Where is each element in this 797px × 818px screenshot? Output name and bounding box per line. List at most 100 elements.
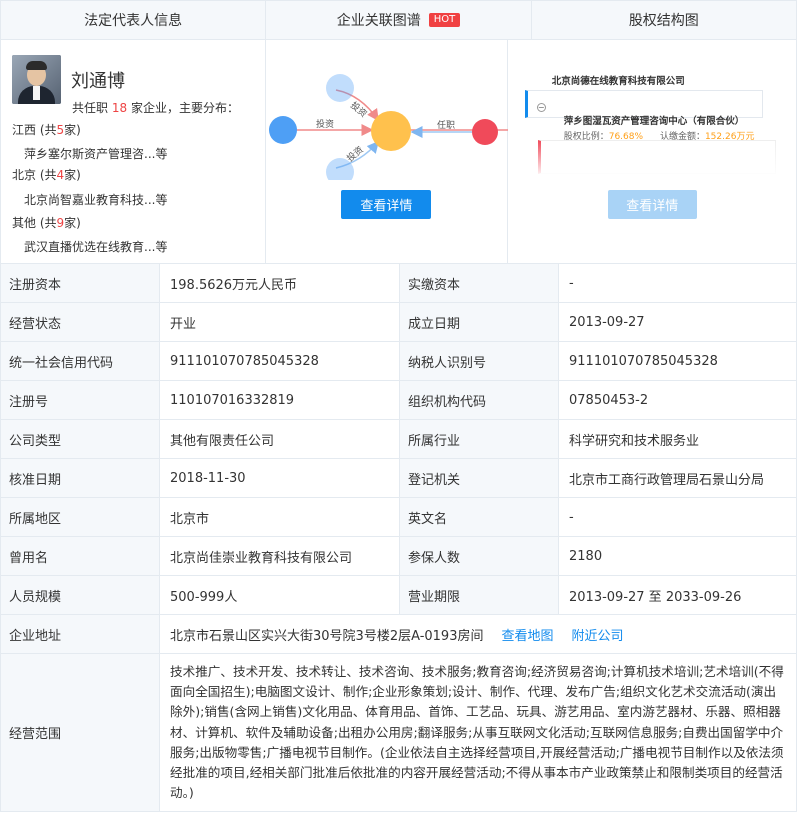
field-label: 曾用名 xyxy=(1,537,160,575)
relation-graph-panel: 投资 投资 投资 任职 查看详情 xyxy=(266,40,509,263)
registration-table: 注册资本 198.5626万元人民币 实缴资本 - 经营状态 开业 成立日期 2013-… xyxy=(0,264,797,812)
field-value: 500-999人 xyxy=(160,576,400,614)
field-value: 198.5626万元人民币 xyxy=(160,264,400,302)
field-label: 注册资本 xyxy=(1,264,160,302)
field-value: 2013-09-27 xyxy=(569,314,645,330)
person-name[interactable]: 刘通博 xyxy=(71,67,125,93)
relation-view-details-button[interactable]: 查看详情 xyxy=(341,190,432,219)
relation-graph-diagram[interactable]: 投资 投资 投资 任职 xyxy=(266,40,509,180)
field-value: 07850453-2 xyxy=(569,392,649,408)
field-value: 2018-11-30 xyxy=(160,459,400,497)
field-value: 其他有限责任公司 xyxy=(160,420,400,458)
edge-label-invest-2: 投资 xyxy=(316,118,334,129)
table-row: 注册号 110107016332819 组织机构代码 07850453-2 xyxy=(0,381,797,420)
legal-rep-panel: 刘通博 共任职 18 家企业，主要分布： 江西 (共5家) 萍乡塞尔斯资产管理咨… xyxy=(1,40,267,263)
tab-legal-rep[interactable]: 法定代表人信息 xyxy=(1,1,267,39)
company-info-page: 法定代表人信息 企业关联图谱 HOT 股权结构图 刘通博 共任职 18 家企业，主… xyxy=(0,0,797,818)
field-label: 纳税人识别号 xyxy=(400,342,559,380)
field-label: 注册号 xyxy=(1,381,160,419)
region-count: 5 xyxy=(56,123,65,137)
field-label: 所属地区 xyxy=(1,498,160,536)
view-map-link[interactable]: 查看地图 xyxy=(501,625,553,644)
field-value: 开业 xyxy=(160,303,400,341)
region-company-link[interactable]: 北京尚智嘉业教育科技...等 xyxy=(24,191,167,208)
field-label: 登记机关 xyxy=(400,459,559,497)
region-jiangxi: 江西 (共5家) xyxy=(12,121,81,138)
stat-suffix: 家企业，主要分布： xyxy=(130,101,239,115)
equity-shareholder[interactable]: 萍乡图湿瓦资产管理咨询中心（有限合伙） xyxy=(564,113,745,127)
region-other: 其他 (共9家) xyxy=(12,214,81,231)
field-label: 成立日期 xyxy=(400,303,559,341)
address-value-cell: 北京市石景山区实兴大街30号院3号楼2层A-0193房间 查看地图 附近公司 xyxy=(160,615,796,653)
edge-label-role: 任职 xyxy=(437,119,455,130)
table-row: 人员规模 500-999人 营业期限 2013-09-27 至 2033-09-26 xyxy=(0,576,797,615)
field-label: 参保人数 xyxy=(400,537,559,575)
section-tabs: 法定代表人信息 企业关联图谱 HOT 股权结构图 xyxy=(0,0,797,40)
fade-overlay xyxy=(537,140,776,174)
field-value: 2180 xyxy=(569,548,603,564)
field-value: 2013-09-27 至 2033-09-26 xyxy=(569,589,742,605)
edge-label-invest-1: 投资 xyxy=(349,99,370,119)
region-label: 江西 (共 xyxy=(12,123,57,137)
field-value: - xyxy=(569,509,574,525)
table-row: 注册资本 198.5626万元人民币 实缴资本 - xyxy=(0,264,797,303)
region-unit: 家) xyxy=(64,168,81,182)
region-company-link[interactable]: 萍乡塞尔斯资产管理咨...等 xyxy=(24,145,167,162)
field-label: 人员规模 xyxy=(1,576,160,614)
graph-node-top xyxy=(326,74,355,102)
field-value: - xyxy=(569,275,574,291)
table-row-scope: 经营范围 技术推广、技术开发、技术转让、技术咨询、技术服务;教育咨询;经济贸易咨… xyxy=(0,654,797,812)
field-value: 北京市 xyxy=(160,498,400,536)
field-label: 公司类型 xyxy=(1,420,160,458)
field-label: 统一社会信用代码 xyxy=(1,342,160,380)
person-stat: 共任职 18 家企业，主要分布： xyxy=(72,99,239,116)
graph-node-red[interactable] xyxy=(472,119,499,145)
tab-relation-graph[interactable]: 企业关联图谱 HOT xyxy=(266,1,532,39)
field-label: 经营状态 xyxy=(1,303,160,341)
graph-node-blue[interactable] xyxy=(269,116,298,144)
field-value: 科学研究和技术服务业 xyxy=(569,433,700,449)
scope-label: 经营范围 xyxy=(1,654,160,811)
stat-count[interactable]: 18 xyxy=(112,101,127,115)
field-value: 北京尚佳崇业教育科技有限公司 xyxy=(160,537,400,575)
equity-view-details-button[interactable]: 查看详情 xyxy=(607,190,697,219)
table-row: 核准日期 2018-11-30 登记机关 北京市工商行政管理局石景山分局 xyxy=(0,459,797,498)
stat-prefix: 共任职 xyxy=(72,101,109,115)
field-value: 911101070785045328 xyxy=(569,353,718,369)
field-value: 911101070785045328 xyxy=(160,342,400,380)
table-row: 公司类型 其他有限责任公司 所属行业 科学研究和技术服务业 xyxy=(0,420,797,459)
field-value: 110107016332819 xyxy=(160,381,400,419)
field-label: 组织机构代码 xyxy=(400,381,559,419)
graph-node-center[interactable] xyxy=(371,111,412,151)
scope-value: 技术推广、技术开发、技术转让、技术咨询、技术服务;教育咨询;经济贸易咨询;计算机… xyxy=(170,664,784,801)
field-value: 北京市工商行政管理局石景山分局 xyxy=(569,472,765,488)
table-row: 统一社会信用代码 911101070785045328 纳税人识别号 9111010… xyxy=(0,342,797,381)
tab-legal-rep-label: 法定代表人信息 xyxy=(84,13,183,29)
tab-equity-label: 股权结构图 xyxy=(628,13,699,29)
field-label: 英文名 xyxy=(400,498,559,536)
hot-badge: HOT xyxy=(428,13,461,27)
table-row: 所属地区 北京市 英文名 - xyxy=(0,498,797,537)
avatar[interactable] xyxy=(12,55,61,104)
region-beijing: 北京 (共4家) xyxy=(12,166,81,183)
tab-equity[interactable]: 股权结构图 xyxy=(532,1,796,39)
overview-panels: 刘通博 共任职 18 家企业，主要分布： 江西 (共5家) 萍乡塞尔斯资产管理咨… xyxy=(0,40,797,264)
region-unit: 家) xyxy=(64,123,81,137)
collapse-icon[interactable]: − xyxy=(536,103,546,112)
equity-panel: 北京尚德在线教育科技有限公司 − 萍乡图湿瓦资产管理咨询中心（有限合伙） 股权比… xyxy=(508,40,796,263)
region-company-link[interactable]: 武汉直播优选在线教育...等 xyxy=(24,238,167,255)
field-label: 实缴资本 xyxy=(400,264,559,302)
table-row: 经营状态 开业 成立日期 2013-09-27 xyxy=(0,303,797,342)
nearby-companies-link[interactable]: 附近公司 xyxy=(571,625,623,644)
table-row-address: 企业地址 北京市石景山区实兴大街30号院3号楼2层A-0193房间 查看地图 附… xyxy=(0,615,797,654)
field-label: 营业期限 xyxy=(400,576,559,614)
region-unit: 家) xyxy=(64,216,81,230)
equity-company[interactable]: 北京尚德在线教育科技有限公司 xyxy=(552,73,685,87)
region-label: 北京 (共 xyxy=(12,168,57,182)
region-count: 4 xyxy=(56,168,65,182)
field-label: 所属行业 xyxy=(400,420,559,458)
tab-relation-graph-label: 企业关联图谱 xyxy=(336,13,421,29)
region-label: 其他 (共 xyxy=(12,216,57,230)
region-count: 9 xyxy=(56,216,65,230)
field-label: 核准日期 xyxy=(1,459,160,497)
